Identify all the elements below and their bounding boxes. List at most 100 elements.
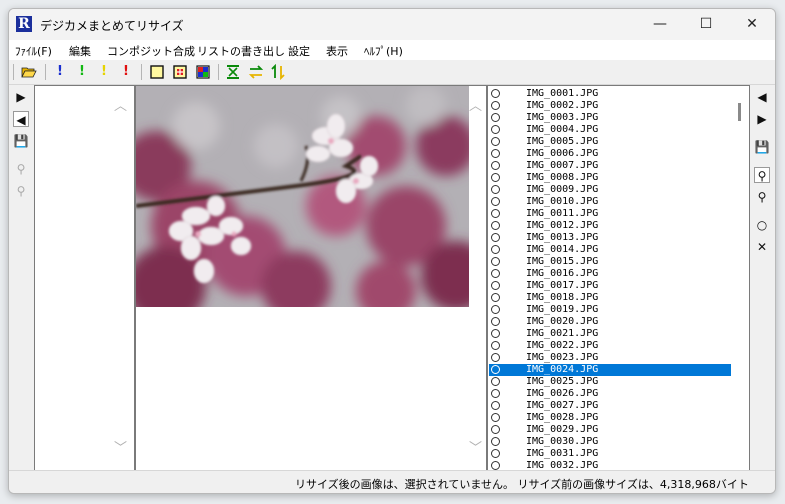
- file-list-item[interactable]: IMG_0022.JPG: [489, 340, 731, 352]
- file-list-item[interactable]: IMG_0021.JPG: [489, 328, 731, 340]
- radio-circle-icon[interactable]: [491, 161, 500, 170]
- file-list-item[interactable]: IMG_0013.JPG: [489, 232, 731, 244]
- file-list-item[interactable]: IMG_0031.JPG: [489, 448, 731, 460]
- scroll-up-icon[interactable]: ︿: [114, 100, 127, 114]
- radio-circle-icon[interactable]: [491, 293, 500, 302]
- file-list-item[interactable]: IMG_0012.JPG: [489, 220, 731, 232]
- file-list-item[interactable]: IMG_0028.JPG: [489, 412, 731, 424]
- mark-green-icon[interactable]: !: [74, 64, 90, 80]
- radio-circle-icon[interactable]: [491, 365, 500, 374]
- file-list-item[interactable]: IMG_0011.JPG: [489, 208, 731, 220]
- file-list-item[interactable]: IMG_0027.JPG: [489, 400, 731, 412]
- radio-circle-icon[interactable]: [491, 413, 500, 422]
- radio-circle-icon[interactable]: [491, 425, 500, 434]
- radio-circle-icon[interactable]: [491, 185, 500, 194]
- radio-circle-icon[interactable]: [491, 221, 500, 230]
- radio-circle-icon[interactable]: [491, 137, 500, 146]
- radio-circle-icon[interactable]: [491, 125, 500, 134]
- mark-red-icon[interactable]: !: [118, 64, 134, 80]
- radio-circle-icon[interactable]: [491, 245, 500, 254]
- radio-circle-icon[interactable]: [491, 329, 500, 338]
- menu-export-list[interactable]: リストの書き出し: [197, 43, 285, 59]
- file-list-item[interactable]: IMG_0026.JPG: [489, 388, 731, 400]
- minimize-button[interactable]: —: [637, 9, 683, 40]
- file-list-item[interactable]: IMG_0001.JPG: [489, 88, 731, 100]
- prev-arrow-icon[interactable]: ◀: [754, 89, 770, 105]
- radio-circle-icon[interactable]: [491, 377, 500, 386]
- radio-circle-icon[interactable]: [491, 101, 500, 110]
- maximize-button[interactable]: ☐: [683, 9, 729, 40]
- file-list-item[interactable]: IMG_0017.JPG: [489, 280, 731, 292]
- scroll-down-icon[interactable]: ﹀: [469, 442, 482, 456]
- close-button[interactable]: ✕: [729, 9, 775, 40]
- menu-view[interactable]: 表示: [326, 43, 348, 59]
- sort-vertical-icon[interactable]: [270, 63, 286, 81]
- radio-circle-icon[interactable]: [491, 317, 500, 326]
- menu-settings[interactable]: 設定: [288, 43, 310, 59]
- mark-yellow-icon[interactable]: !: [96, 64, 112, 80]
- zoom-out-icon[interactable]: ⚲: [754, 167, 770, 183]
- menu-file[interactable]: ﾌｧｲﾙ(F): [15, 43, 52, 59]
- zoom-out-icon[interactable]: ⚲: [13, 161, 29, 177]
- radio-circle-icon[interactable]: [491, 173, 500, 182]
- file-list-item[interactable]: IMG_0003.JPG: [489, 112, 731, 124]
- save-icon[interactable]: 💾: [754, 139, 770, 155]
- file-list-item[interactable]: IMG_0025.JPG: [489, 376, 731, 388]
- radio-circle-icon[interactable]: [491, 449, 500, 458]
- radio-circle-icon[interactable]: [491, 401, 500, 410]
- file-list-item[interactable]: IMG_0004.JPG: [489, 124, 731, 136]
- file-list-item[interactable]: IMG_0010.JPG: [489, 196, 731, 208]
- file-list-item[interactable]: IMG_0020.JPG: [489, 316, 731, 328]
- file-list-item[interactable]: IMG_0016.JPG: [489, 268, 731, 280]
- file-list-item[interactable]: IMG_0009.JPG: [489, 184, 731, 196]
- file-list-item[interactable]: IMG_0007.JPG: [489, 160, 731, 172]
- file-list-item[interactable]: IMG_0023.JPG: [489, 352, 731, 364]
- file-list-item[interactable]: IMG_0006.JPG: [489, 148, 731, 160]
- radio-circle-icon[interactable]: [491, 197, 500, 206]
- swap-arrows-icon[interactable]: [248, 64, 264, 80]
- radio-circle-icon[interactable]: [491, 113, 500, 122]
- radio-circle-icon[interactable]: [491, 437, 500, 446]
- menu-edit[interactable]: 編集: [69, 43, 91, 59]
- file-list-item[interactable]: IMG_0030.JPG: [489, 436, 731, 448]
- grid-frame-icon[interactable]: [195, 64, 211, 80]
- file-list-item[interactable]: IMG_0019.JPG: [489, 304, 731, 316]
- file-list-item[interactable]: IMG_0014.JPG: [489, 244, 731, 256]
- unmark-x-icon[interactable]: ✕: [754, 239, 770, 255]
- menu-composite[interactable]: コンポジット合成: [107, 43, 195, 59]
- radio-circle-icon[interactable]: [491, 269, 500, 278]
- folder-open-icon[interactable]: [21, 64, 37, 80]
- scrollbar-thumb[interactable]: [738, 103, 741, 121]
- radio-circle-icon[interactable]: [491, 257, 500, 266]
- scroll-up-icon[interactable]: ︿: [469, 100, 482, 114]
- zoom-in-icon[interactable]: ⚲: [13, 183, 29, 199]
- radio-circle-icon[interactable]: [491, 353, 500, 362]
- mark-circle-icon[interactable]: ○: [754, 217, 770, 233]
- radio-circle-icon[interactable]: [491, 389, 500, 398]
- radio-circle-icon[interactable]: [491, 305, 500, 314]
- radio-circle-icon[interactable]: [491, 149, 500, 158]
- save-icon[interactable]: 💾: [13, 133, 29, 149]
- single-frame-icon[interactable]: [149, 64, 165, 80]
- file-list-item[interactable]: IMG_0002.JPG: [489, 100, 731, 112]
- file-list-item[interactable]: IMG_0024.JPG: [489, 364, 731, 376]
- radio-circle-icon[interactable]: [491, 209, 500, 218]
- scroll-down-icon[interactable]: ﹀: [114, 442, 127, 456]
- radio-circle-icon[interactable]: [491, 89, 500, 98]
- file-list-item[interactable]: IMG_0015.JPG: [489, 256, 731, 268]
- radio-circle-icon[interactable]: [491, 281, 500, 290]
- next-arrow-icon[interactable]: ▶: [13, 89, 29, 105]
- plus-frame-icon[interactable]: [172, 64, 188, 80]
- menu-help[interactable]: ﾍﾙﾌﾟ(H): [364, 43, 403, 59]
- file-list-item[interactable]: IMG_0005.JPG: [489, 136, 731, 148]
- radio-circle-icon[interactable]: [491, 341, 500, 350]
- radio-circle-icon[interactable]: [491, 461, 500, 470]
- prev-arrow-icon[interactable]: ◀: [13, 111, 29, 127]
- zoom-in-icon[interactable]: ⚲: [754, 189, 770, 205]
- radio-circle-icon[interactable]: [491, 233, 500, 242]
- sort-name-icon[interactable]: [225, 64, 241, 80]
- file-list-item[interactable]: IMG_0018.JPG: [489, 292, 731, 304]
- file-list-item[interactable]: IMG_0029.JPG: [489, 424, 731, 436]
- next-arrow-icon[interactable]: ▶: [754, 111, 770, 127]
- file-list-item[interactable]: IMG_0008.JPG: [489, 172, 731, 184]
